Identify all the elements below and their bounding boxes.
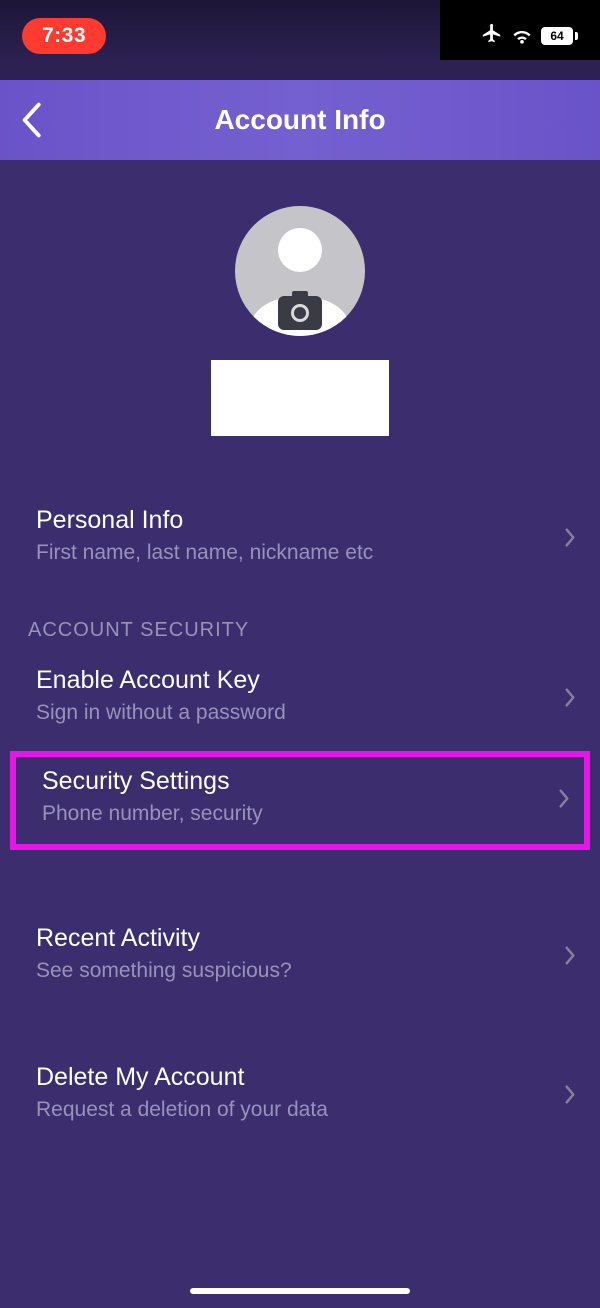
item-subtitle: Request a deletion of your data — [36, 1098, 564, 1122]
profile-name — [211, 360, 389, 436]
chevron-right-icon — [564, 1084, 576, 1109]
item-title: Security Settings — [42, 767, 558, 796]
chevron-right-icon — [564, 687, 576, 712]
item-delete-my-account[interactable]: Delete My Account Request a deletion of … — [0, 1047, 600, 1146]
item-security-settings[interactable]: Security Settings Phone number, security — [10, 751, 590, 850]
chevron-right-icon — [564, 527, 576, 552]
item-title: Delete My Account — [36, 1063, 564, 1092]
wifi-icon — [511, 27, 533, 45]
status-bar: 7:33 64 — [0, 16, 600, 56]
battery-indicator: 64 — [541, 27, 578, 45]
item-subtitle: First name, last name, nickname etc — [36, 541, 564, 565]
item-title: Enable Account Key — [36, 666, 564, 695]
content: Personal Info First name, last name, nic… — [0, 160, 600, 1308]
battery-level: 64 — [541, 27, 573, 45]
status-time: 7:33 — [22, 18, 106, 54]
item-subtitle: Phone number, security — [42, 802, 558, 826]
item-subtitle: See something suspicious? — [36, 959, 564, 983]
item-personal-info[interactable]: Personal Info First name, last name, nic… — [0, 490, 600, 589]
page-title: Account Info — [214, 104, 385, 136]
status-icons: 64 — [481, 22, 578, 50]
chevron-left-icon — [20, 102, 42, 138]
chevron-right-icon — [558, 788, 570, 813]
chevron-right-icon — [564, 945, 576, 970]
item-enable-account-key[interactable]: Enable Account Key Sign in without a pas… — [0, 650, 600, 749]
home-indicator[interactable] — [190, 1288, 410, 1294]
airplane-icon — [481, 22, 503, 50]
profile-section — [0, 160, 600, 470]
camera-icon[interactable] — [278, 296, 322, 330]
item-title: Personal Info — [36, 506, 564, 535]
item-subtitle: Sign in without a password — [36, 701, 564, 725]
navbar: Account Info — [0, 80, 600, 160]
item-title: Recent Activity — [36, 924, 564, 953]
back-button[interactable] — [20, 80, 70, 160]
avatar[interactable] — [235, 206, 365, 336]
item-recent-activity[interactable]: Recent Activity See something suspicious… — [0, 908, 600, 1007]
section-header-security: ACCOUNT SECURITY — [0, 589, 600, 650]
